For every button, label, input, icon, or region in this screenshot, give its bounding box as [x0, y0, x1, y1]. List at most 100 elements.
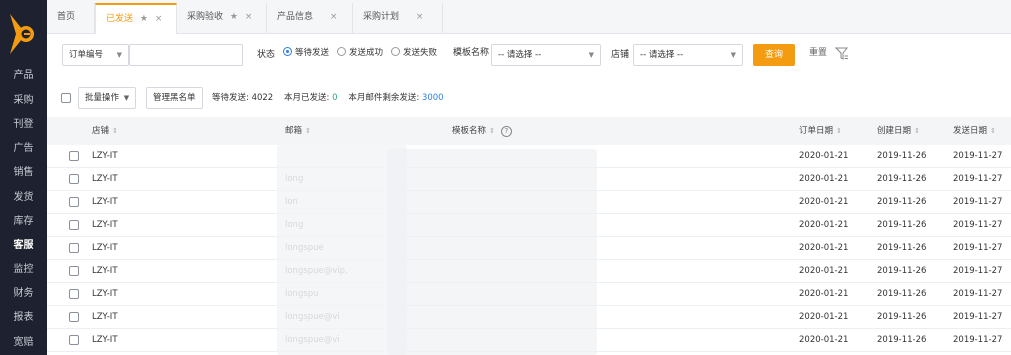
header-label: 创建日期	[877, 126, 912, 136]
cell-order-date: 2020-01-21	[799, 335, 849, 345]
sent-label: 本月已发送:	[284, 93, 330, 103]
manage-blacklist-button[interactable]: 管理黑名单	[146, 87, 203, 109]
column-header-email[interactable]: 邮箱 ⇕	[285, 117, 311, 145]
tab-home[interactable]: 首页	[47, 3, 95, 34]
filter-icon[interactable]	[835, 47, 849, 61]
header-label: 订单日期	[799, 126, 834, 136]
tab-product-info[interactable]: 产品信息 ×	[267, 3, 353, 34]
cell-order-date: 2020-01-21	[799, 266, 849, 276]
column-header-template[interactable]: 模板名称 ⇕?	[452, 117, 512, 145]
cell-send-date: 2019-11-27	[953, 197, 1003, 207]
batch-operations-label: 批量操作	[85, 93, 120, 103]
status-radio-success[interactable]: 发送成功	[337, 42, 383, 64]
caret-down-icon: ▼	[730, 51, 736, 59]
sort-icon[interactable]: ⇕	[990, 127, 996, 135]
sidebar: 产品采购刊登广告销售发货库存客服监控财务报表宽赔	[0, 0, 47, 355]
table-header: 店铺 ⇕ 邮箱 ⇕ 模板名称 ⇕? 订单日期 ⇕ 创建日期 ⇕ 发送日期 ⇕	[47, 117, 1011, 145]
tab-label: 已发送	[106, 14, 134, 24]
cell-store: LZY-IT	[92, 312, 118, 322]
sidebar-item[interactable]: 广告	[0, 141, 47, 157]
status-label: 状态	[257, 50, 276, 60]
header-label: 店铺	[92, 126, 110, 136]
sort-icon[interactable]: ⇕	[836, 127, 842, 135]
cell-order-date: 2020-01-21	[799, 312, 849, 322]
sidebar-item[interactable]: 销售	[0, 165, 47, 181]
sort-icon[interactable]: ⇕	[305, 127, 311, 135]
sidebar-item[interactable]: 产品	[0, 68, 47, 84]
tab-purchase-acceptance[interactable]: 采购验收 ★ ×	[177, 3, 267, 34]
order-field-select[interactable]: 订单编号 ▼	[62, 44, 129, 66]
tab-label: 产品信息	[277, 12, 314, 22]
cell-order-date: 2020-01-21	[799, 151, 849, 161]
close-icon[interactable]: ×	[245, 12, 253, 22]
radio-icon	[391, 47, 400, 56]
sidebar-item[interactable]: 刊登	[0, 117, 47, 133]
sort-icon[interactable]: ⇕	[112, 127, 118, 135]
cell-created-date: 2019-11-26	[877, 312, 927, 322]
select-all-checkbox[interactable]	[61, 93, 71, 103]
status-radio-waiting[interactable]: 等待发送	[283, 42, 329, 64]
row-checkbox[interactable]	[69, 335, 79, 345]
cell-send-date: 2019-11-27	[953, 220, 1003, 230]
row-checkbox[interactable]	[69, 289, 79, 299]
store-select[interactable]: -- 请选择 -- ▼	[633, 44, 743, 66]
radio-selected-icon	[283, 47, 292, 56]
tab-sent[interactable]: 已发送 ★ ×	[95, 3, 177, 34]
row-checkbox[interactable]	[69, 243, 79, 253]
cell-send-date: 2019-11-27	[953, 174, 1003, 184]
sidebar-item[interactable]: 采购	[0, 93, 47, 109]
cell-store: LZY-IT	[92, 220, 118, 230]
header-label: 邮箱	[285, 126, 303, 136]
close-icon[interactable]: ×	[416, 12, 424, 22]
batch-operations-button[interactable]: 批量操作 ▼	[78, 87, 137, 109]
query-button[interactable]: 查询	[753, 44, 795, 66]
waiting-label: 等待发送:	[212, 93, 249, 103]
cell-order-date: 2020-01-21	[799, 220, 849, 230]
sidebar-item[interactable]: 宽赔	[0, 335, 47, 351]
column-header-created-date[interactable]: 创建日期 ⇕	[877, 117, 920, 145]
sidebar-item[interactable]: 财务	[0, 286, 47, 302]
cell-send-date: 2019-11-27	[953, 335, 1003, 345]
sidebar-item[interactable]: 发货	[0, 190, 47, 206]
radio-icon	[337, 47, 346, 56]
star-icon[interactable]: ★	[140, 14, 148, 24]
header-label: 发送日期	[953, 126, 988, 136]
star-icon[interactable]: ★	[230, 12, 238, 22]
tab-purchase-plan[interactable]: 采购计划 ×	[353, 3, 443, 34]
sidebar-item[interactable]: 客服	[0, 238, 47, 254]
row-checkbox[interactable]	[69, 266, 79, 276]
close-icon[interactable]: ×	[155, 14, 163, 24]
column-header-store[interactable]: 店铺 ⇕	[92, 117, 118, 145]
help-icon[interactable]: ?	[500, 126, 512, 137]
close-icon[interactable]: ×	[330, 12, 338, 22]
sidebar-item[interactable]: 监控	[0, 262, 47, 278]
row-checkbox[interactable]	[69, 151, 79, 161]
sidebar-item[interactable]: 库存	[0, 214, 47, 230]
row-checkbox[interactable]	[69, 174, 79, 184]
cell-send-date: 2019-11-27	[953, 266, 1003, 276]
column-header-order-date[interactable]: 订单日期 ⇕	[799, 117, 842, 145]
template-select[interactable]: -- 请选择 -- ▼	[491, 44, 601, 66]
column-header-send-date[interactable]: 发送日期 ⇕	[953, 117, 996, 145]
order-number-input[interactable]	[129, 44, 243, 66]
reset-button[interactable]: 重置	[809, 42, 827, 64]
filter-bar: 订单编号 ▼ 状态 等待发送 发送成功 发送失败 模板名称 -- 请选择 -- …	[47, 34, 1011, 79]
sort-icon[interactable]: ⇕	[489, 127, 495, 135]
status-radio-failed[interactable]: 发送失败	[391, 42, 437, 64]
row-checkbox[interactable]	[69, 197, 79, 207]
waiting-count: 4022	[251, 93, 274, 103]
cell-created-date: 2019-11-26	[877, 266, 927, 276]
app-logo-icon[interactable]	[10, 14, 36, 54]
row-checkbox[interactable]	[69, 220, 79, 230]
cell-order-date: 2020-01-21	[799, 243, 849, 253]
cell-store: LZY-IT	[92, 151, 118, 161]
cell-send-date: 2019-11-27	[953, 151, 1003, 161]
tab-label: 采购计划	[363, 12, 400, 22]
sidebar-item[interactable]: 报表	[0, 310, 47, 326]
sent-count: 0	[332, 93, 338, 103]
sort-icon[interactable]: ⇕	[914, 127, 920, 135]
row-checkbox[interactable]	[69, 312, 79, 322]
cell-created-date: 2019-11-26	[877, 151, 927, 161]
remaining-label: 本月邮件剩余发送:	[348, 93, 420, 103]
cell-order-date: 2020-01-21	[799, 174, 849, 184]
